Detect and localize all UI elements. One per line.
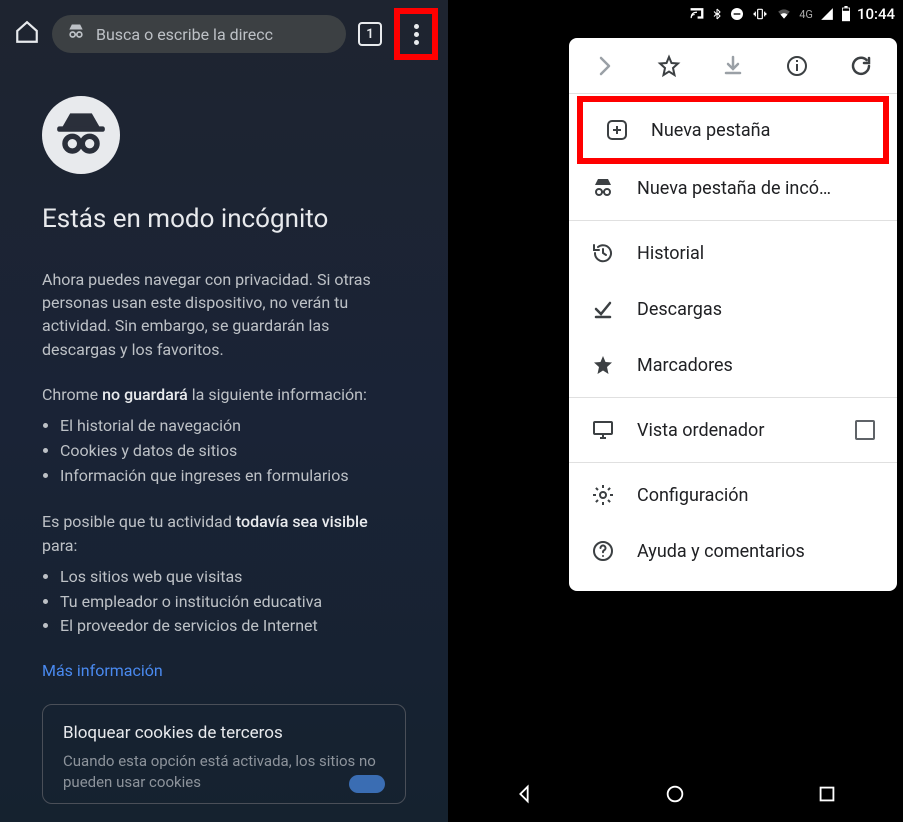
home-nav-icon[interactable] <box>664 783 686 809</box>
incognito-icon <box>66 22 86 46</box>
menu-item-help[interactable]: Ayuda y comentarios <box>569 523 897 579</box>
menu-separator <box>569 220 897 221</box>
status-bar: 4G 10:44 <box>448 0 903 28</box>
desktop-icon <box>591 418 615 442</box>
menu-label: Historial <box>637 243 875 264</box>
more-vert-icon[interactable] <box>414 24 419 45</box>
omnibox-placeholder: Busca o escribe la direcc <box>96 25 273 44</box>
incognito-paragraph-3: Es posible que tu actividad todavía sea … <box>42 510 406 556</box>
star-filled-icon <box>591 353 615 377</box>
incognito-glyph-icon <box>42 96 120 174</box>
android-nav-bar <box>448 770 903 822</box>
download-icon[interactable] <box>720 53 746 79</box>
menu-item-new-tab[interactable]: Nueva pestaña <box>577 96 889 164</box>
menu-separator <box>569 397 897 398</box>
desktop-checkbox[interactable] <box>855 420 875 440</box>
star-icon[interactable] <box>656 53 682 79</box>
home-icon[interactable] <box>14 19 40 49</box>
help-icon <box>591 539 615 563</box>
incognito-info: Estás en modo incógnito Ahora puedes nav… <box>0 68 448 804</box>
cookie-card-subtitle: Cuando esta opción está activada, los si… <box>63 751 385 793</box>
menu-item-downloads[interactable]: Descargas <box>569 281 897 337</box>
vibrate-icon <box>751 7 769 21</box>
battery-icon <box>841 6 851 22</box>
overflow-menu: Nueva pestaña Nueva pestaña de incó… His… <box>569 38 897 591</box>
cookie-block-card: Bloquear cookies de terceros Cuando esta… <box>42 704 406 804</box>
menu-label: Ayuda y comentarios <box>637 541 875 562</box>
refresh-icon[interactable] <box>848 53 874 79</box>
menu-screenshot: 4G 10:44 Nueva pestaña Nueva pestaña de … <box>448 0 903 822</box>
gear-icon <box>591 483 615 507</box>
cast-icon <box>689 7 705 21</box>
forward-icon[interactable] <box>592 53 618 79</box>
incognito-paragraph-1: Ahora puedes navegar con privacidad. Si … <box>42 268 406 361</box>
back-nav-icon[interactable] <box>513 783 535 809</box>
cookie-card-title: Bloquear cookies de terceros <box>63 723 385 743</box>
menu-label: Nueva pestaña <box>651 120 861 141</box>
incognito-icon <box>591 176 615 200</box>
menu-item-settings[interactable]: Configuración <box>569 467 897 523</box>
network-label: 4G <box>799 8 813 21</box>
browser-toolbar: Busca o escribe la direcc 1 <box>0 0 448 68</box>
tab-count-button[interactable]: 1 <box>358 22 382 46</box>
overflow-menu-highlight <box>394 8 438 60</box>
learn-more-link[interactable]: Más información <box>42 661 406 680</box>
history-icon <box>591 241 615 265</box>
menu-item-bookmarks[interactable]: Marcadores <box>569 337 897 393</box>
signal-icon <box>819 7 835 21</box>
cookie-toggle[interactable] <box>349 775 385 793</box>
incognito-paragraph-2: Chrome no guardará la siguiente informac… <box>42 383 406 406</box>
menu-label: Vista ordenador <box>637 420 833 441</box>
clock: 10:44 <box>857 5 895 23</box>
menu-separator <box>569 462 897 463</box>
dnd-icon <box>729 6 745 22</box>
menu-label: Configuración <box>637 485 875 506</box>
incognito-screenshot: Busca o escribe la direcc 1 Estás en mod… <box>0 0 448 822</box>
menu-action-row <box>569 38 897 94</box>
recent-nav-icon[interactable] <box>816 783 838 809</box>
incognito-list-1: El historial de navegación Cookies y dat… <box>42 414 406 488</box>
check-underline-icon <box>591 297 615 321</box>
menu-label: Descargas <box>637 299 875 320</box>
menu-label: Marcadores <box>637 355 875 376</box>
menu-item-new-incognito[interactable]: Nueva pestaña de incó… <box>569 160 897 216</box>
wifi-icon <box>775 7 793 21</box>
omnibox[interactable]: Busca o escribe la direcc <box>52 15 346 53</box>
menu-label: Nueva pestaña de incó… <box>637 178 875 199</box>
incognito-title: Estás en modo incógnito <box>42 204 406 234</box>
incognito-list-2: Los sitios web que visitas Tu empleador … <box>42 565 406 639</box>
menu-item-desktop-view[interactable]: Vista ordenador <box>569 402 897 458</box>
info-icon[interactable] <box>784 53 810 79</box>
plus-box-icon <box>605 118 629 142</box>
bluetooth-icon <box>711 6 723 22</box>
menu-items: Nueva pestaña Nueva pestaña de incó… His… <box>569 94 897 585</box>
menu-item-history[interactable]: Historial <box>569 225 897 281</box>
